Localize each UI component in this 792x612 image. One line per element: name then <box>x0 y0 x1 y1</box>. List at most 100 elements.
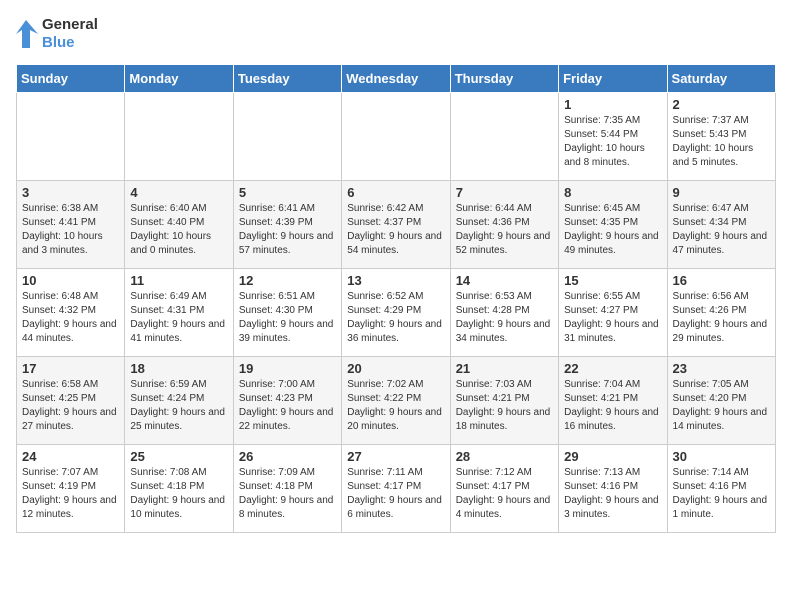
day-number: 26 <box>239 449 336 464</box>
calendar-cell: 15Sunrise: 6:55 AM Sunset: 4:27 PM Dayli… <box>559 269 667 357</box>
calendar-cell: 14 Sunrise: 6:53 AM Sunset: 4:28 PM Dayli… <box>450 269 558 357</box>
calendar-cell <box>233 93 341 181</box>
day-number: 15 <box>564 273 661 288</box>
day-info: Sunrise: 7:02 AM Sunset: 4:22 PM Dayligh… <box>347 378 444 434</box>
day-number: 16 <box>673 273 770 288</box>
day-info: Sunrise: 6:44 AM Sunset: 4:36 PM Dayligh… <box>456 202 553 258</box>
day-info: Sunrise: 6:47 AM Sunset: 4:34 PM Dayligh… <box>673 202 770 258</box>
calendar-cell: 21 Sunrise: 7:03 AM Sunset: 4:21 PM Dayli… <box>450 357 558 445</box>
calendar-cell: 13 Sunrise: 6:52 AM Sunset: 4:29 PM Dayli… <box>342 269 450 357</box>
calendar-cell <box>450 93 558 181</box>
day-info: Sunrise: 6:58 AM Sunset: 4:25 PM Dayligh… <box>22 378 119 434</box>
logo-bird-icon <box>16 16 38 52</box>
calendar-cell <box>125 93 233 181</box>
calendar-cell: 24 Sunrise: 7:07 AM Sunset: 4:19 PM Dayli… <box>17 445 125 533</box>
calendar-cell: 2 Sunrise: 7:37 AM Sunset: 5:43 PM Daylig… <box>667 93 775 181</box>
day-info: Sunrise: 7:04 AM Sunset: 4:21 PM Dayligh… <box>564 378 661 434</box>
day-number: 19 <box>239 361 336 376</box>
calendar-cell: 8Sunrise: 6:45 AM Sunset: 4:35 PM Daylig… <box>559 181 667 269</box>
day-number: 20 <box>347 361 444 376</box>
header-row: SundayMondayTuesdayWednesdayThursdayFrid… <box>17 65 776 93</box>
header-wednesday: Wednesday <box>342 65 450 93</box>
day-info: Sunrise: 6:42 AM Sunset: 4:37 PM Dayligh… <box>347 202 444 258</box>
week-row-1: 3 Sunrise: 6:38 AM Sunset: 4:41 PM Daylig… <box>17 181 776 269</box>
day-number: 2 <box>673 97 770 112</box>
day-info: Sunrise: 6:41 AM Sunset: 4:39 PM Dayligh… <box>239 202 336 258</box>
header-monday: Monday <box>125 65 233 93</box>
calendar-cell: 20 Sunrise: 7:02 AM Sunset: 4:22 PM Dayli… <box>342 357 450 445</box>
calendar-cell: 3 Sunrise: 6:38 AM Sunset: 4:41 PM Daylig… <box>17 181 125 269</box>
day-number: 9 <box>673 185 770 200</box>
header-friday: Friday <box>559 65 667 93</box>
week-row-0: 1 Sunrise: 7:35 AM Sunset: 5:44 PM Daylig… <box>17 93 776 181</box>
day-info: Sunrise: 7:37 AM Sunset: 5:43 PM Dayligh… <box>673 114 770 170</box>
calendar-cell: 28 Sunrise: 7:12 AM Sunset: 4:17 PM Dayli… <box>450 445 558 533</box>
day-number: 27 <box>347 449 444 464</box>
week-row-4: 24 Sunrise: 7:07 AM Sunset: 4:19 PM Dayli… <box>17 445 776 533</box>
page-header: General Blue <box>16 16 776 52</box>
calendar-cell: 30Sunrise: 7:14 AM Sunset: 4:16 PM Dayli… <box>667 445 775 533</box>
calendar-cell: 22 Sunrise: 7:04 AM Sunset: 4:21 PM Dayli… <box>559 357 667 445</box>
header-sunday: Sunday <box>17 65 125 93</box>
day-number: 17 <box>22 361 119 376</box>
day-number: 23 <box>673 361 770 376</box>
day-info: Sunrise: 6:40 AM Sunset: 4:40 PM Dayligh… <box>130 202 227 258</box>
day-info: Sunrise: 6:45 AM Sunset: 4:35 PM Dayligh… <box>564 202 661 258</box>
day-number: 6 <box>347 185 444 200</box>
day-number: 10 <box>22 273 119 288</box>
day-number: 3 <box>22 185 119 200</box>
calendar-cell: 5 Sunrise: 6:41 AM Sunset: 4:39 PM Daylig… <box>233 181 341 269</box>
day-info: Sunrise: 7:09 AM Sunset: 4:18 PM Dayligh… <box>239 466 336 522</box>
logo: General Blue <box>16 16 98 52</box>
day-number: 28 <box>456 449 553 464</box>
calendar-cell: 6 Sunrise: 6:42 AM Sunset: 4:37 PM Daylig… <box>342 181 450 269</box>
day-info: Sunrise: 6:52 AM Sunset: 4:29 PM Dayligh… <box>347 290 444 346</box>
header-saturday: Saturday <box>667 65 775 93</box>
logo-blue: Blue <box>42 34 98 52</box>
day-number: 21 <box>456 361 553 376</box>
day-number: 25 <box>130 449 227 464</box>
calendar-cell <box>342 93 450 181</box>
day-number: 12 <box>239 273 336 288</box>
day-number: 22 <box>564 361 661 376</box>
week-row-3: 17 Sunrise: 6:58 AM Sunset: 4:25 PM Dayli… <box>17 357 776 445</box>
day-number: 14 <box>456 273 553 288</box>
calendar-cell: 4 Sunrise: 6:40 AM Sunset: 4:40 PM Daylig… <box>125 181 233 269</box>
day-info: Sunrise: 6:53 AM Sunset: 4:28 PM Dayligh… <box>456 290 553 346</box>
day-info: Sunrise: 7:03 AM Sunset: 4:21 PM Dayligh… <box>456 378 553 434</box>
calendar-cell: 25Sunrise: 7:08 AM Sunset: 4:18 PM Dayli… <box>125 445 233 533</box>
day-number: 5 <box>239 185 336 200</box>
calendar-cell: 17 Sunrise: 6:58 AM Sunset: 4:25 PM Dayli… <box>17 357 125 445</box>
day-number: 1 <box>564 97 661 112</box>
calendar-cell: 29Sunrise: 7:13 AM Sunset: 4:16 PM Dayli… <box>559 445 667 533</box>
day-info: Sunrise: 7:11 AM Sunset: 4:17 PM Dayligh… <box>347 466 444 522</box>
calendar-cell: 26 Sunrise: 7:09 AM Sunset: 4:18 PM Dayli… <box>233 445 341 533</box>
calendar-cell: 19 Sunrise: 7:00 AM Sunset: 4:23 PM Dayli… <box>233 357 341 445</box>
day-number: 11 <box>130 273 227 288</box>
day-info: Sunrise: 6:51 AM Sunset: 4:30 PM Dayligh… <box>239 290 336 346</box>
header-tuesday: Tuesday <box>233 65 341 93</box>
day-number: 18 <box>130 361 227 376</box>
calendar-cell <box>17 93 125 181</box>
day-info: Sunrise: 7:07 AM Sunset: 4:19 PM Dayligh… <box>22 466 119 522</box>
logo-general: General <box>42 16 98 34</box>
day-info: Sunrise: 7:00 AM Sunset: 4:23 PM Dayligh… <box>239 378 336 434</box>
day-number: 24 <box>22 449 119 464</box>
day-info: Sunrise: 7:14 AM Sunset: 4:16 PM Dayligh… <box>673 466 770 522</box>
day-info: Sunrise: 6:59 AM Sunset: 4:24 PM Dayligh… <box>130 378 227 434</box>
day-info: Sunrise: 6:49 AM Sunset: 4:31 PM Dayligh… <box>130 290 227 346</box>
day-number: 13 <box>347 273 444 288</box>
calendar-cell: 7 Sunrise: 6:44 AM Sunset: 4:36 PM Daylig… <box>450 181 558 269</box>
day-info: Sunrise: 7:35 AM Sunset: 5:44 PM Dayligh… <box>564 114 661 170</box>
header-thursday: Thursday <box>450 65 558 93</box>
calendar-cell: 27 Sunrise: 7:11 AM Sunset: 4:17 PM Dayli… <box>342 445 450 533</box>
calendar-cell: 10Sunrise: 6:48 AM Sunset: 4:32 PM Dayli… <box>17 269 125 357</box>
day-info: Sunrise: 7:12 AM Sunset: 4:17 PM Dayligh… <box>456 466 553 522</box>
calendar-cell: 11 Sunrise: 6:49 AM Sunset: 4:31 PM Dayli… <box>125 269 233 357</box>
calendar-cell: 23Sunrise: 7:05 AM Sunset: 4:20 PM Dayli… <box>667 357 775 445</box>
day-info: Sunrise: 6:38 AM Sunset: 4:41 PM Dayligh… <box>22 202 119 258</box>
day-number: 7 <box>456 185 553 200</box>
calendar-cell: 18 Sunrise: 6:59 AM Sunset: 4:24 PM Dayli… <box>125 357 233 445</box>
day-number: 29 <box>564 449 661 464</box>
day-number: 4 <box>130 185 227 200</box>
